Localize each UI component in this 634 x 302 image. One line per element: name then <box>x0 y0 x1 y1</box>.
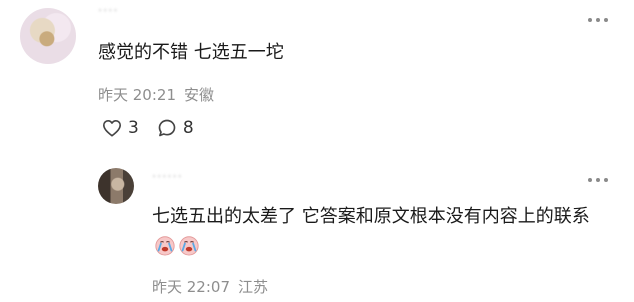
avatar[interactable] <box>20 8 76 64</box>
comment-text-content: 七选五出的太差了 它答案和原文根本没有内容上的联系 <box>152 206 590 227</box>
location: 安徽 <box>184 86 215 104</box>
reply-count: 8 <box>182 118 194 138</box>
more-dots-icon[interactable] <box>588 18 608 24</box>
crying-face-icon <box>179 236 199 256</box>
comment-bubble-icon <box>158 119 176 137</box>
like-button[interactable]: 3 <box>102 118 139 138</box>
username[interactable]: ······ <box>152 170 183 185</box>
reply-button[interactable]: 8 <box>157 118 194 138</box>
more-dots-icon[interactable] <box>588 178 608 184</box>
timestamp: 昨天 22:07 <box>152 278 230 296</box>
heart-icon <box>103 119 121 137</box>
timestamp: 昨天 20:21 <box>98 86 176 104</box>
avatar[interactable] <box>98 168 134 204</box>
comment-meta: 昨天 20:21 安徽 <box>98 84 214 105</box>
comment-meta: 昨天 22:07 江苏 <box>152 276 268 297</box>
location: 江苏 <box>238 278 269 296</box>
crying-face-icon <box>155 236 175 256</box>
comment-text: 七选五出的太差了 它答案和原文根本没有内容上的联系 <box>152 202 612 262</box>
like-count: 3 <box>128 118 139 138</box>
username[interactable]: ···· <box>98 4 119 19</box>
comment-text: 感觉的不错 七选五一坨 <box>98 42 284 63</box>
comment-actions: 3 8 <box>102 118 212 138</box>
